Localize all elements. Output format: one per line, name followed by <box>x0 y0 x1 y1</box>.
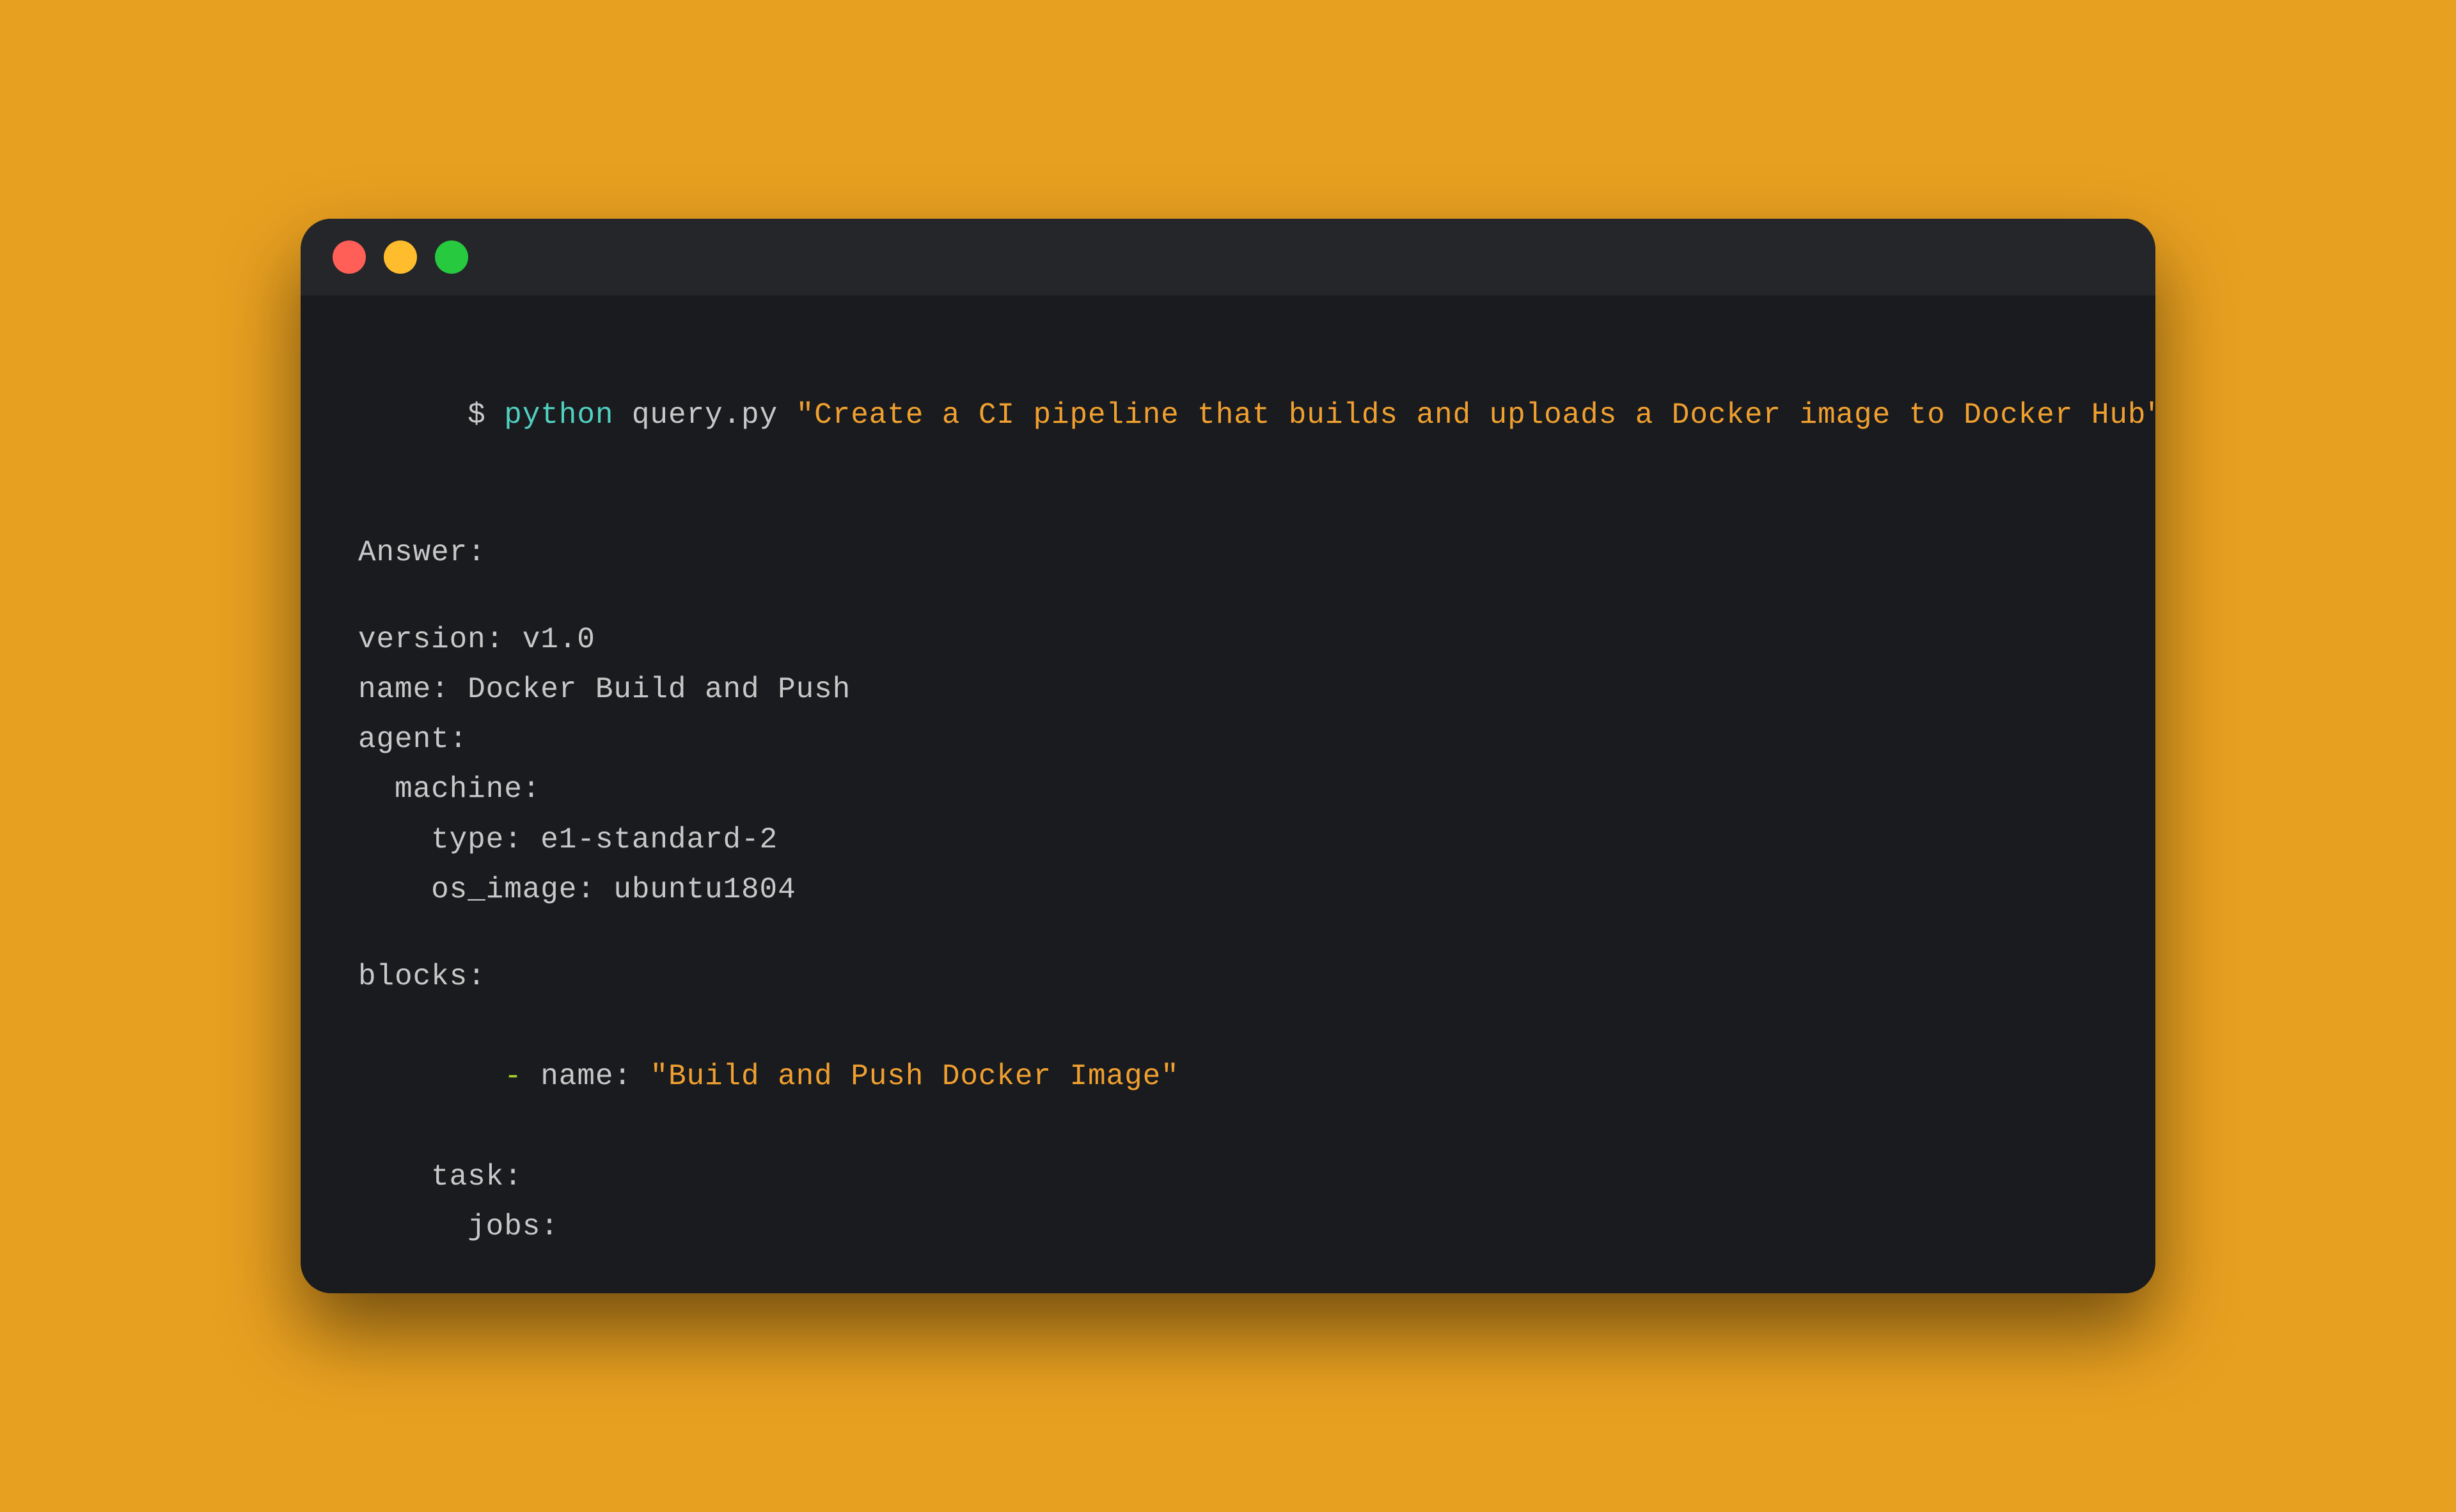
code-agent: agent: <box>358 714 2098 764</box>
python-command: python <box>504 398 613 432</box>
code-block-name: - name: "Build and Push Docker Image" <box>358 1002 2098 1152</box>
code-machine: machine: <box>358 764 2098 814</box>
answer-label: Answer: <box>358 528 2098 578</box>
code-version: version: v1.0 <box>358 615 2098 665</box>
script-name: query.py <box>613 398 796 432</box>
block-name-key: name: <box>540 1060 650 1093</box>
query-string: "Create a CI pipeline that builds and up… <box>796 398 2155 432</box>
code-name: name: Docker Build and Push <box>358 665 2098 714</box>
terminal-window: $ python query.py "Create a CI pipeline … <box>301 219 2155 1293</box>
terminal-content: $ python query.py "Create a CI pipeline … <box>301 295 2155 1293</box>
code-blocks: blocks: <box>358 952 2098 1002</box>
spacer-1 <box>358 491 2098 528</box>
block-dash-char: - <box>504 1060 540 1093</box>
dollar-sign: $ <box>468 398 504 432</box>
maximize-button[interactable] <box>435 240 468 274</box>
minimize-button[interactable] <box>384 240 417 274</box>
code-type: type: e1-standard-2 <box>358 815 2098 865</box>
prompt-line: $ python query.py "Create a CI pipeline … <box>358 340 2098 491</box>
code-jobs: jobs: <box>358 1202 2098 1252</box>
block-dash <box>468 1060 504 1093</box>
window-buttons <box>333 240 468 274</box>
close-button[interactable] <box>333 240 366 274</box>
title-bar <box>301 219 2155 295</box>
spacer-2 <box>358 578 2098 615</box>
code-os-image: os_image: ubuntu1804 <box>358 865 2098 915</box>
spacer-3 <box>358 915 2098 952</box>
code-job-name: - name: "Docker Build and Push" <box>358 1252 2098 1293</box>
code-task: task: <box>358 1152 2098 1202</box>
block-name-val: "Build and Push Docker Image" <box>650 1060 1179 1093</box>
